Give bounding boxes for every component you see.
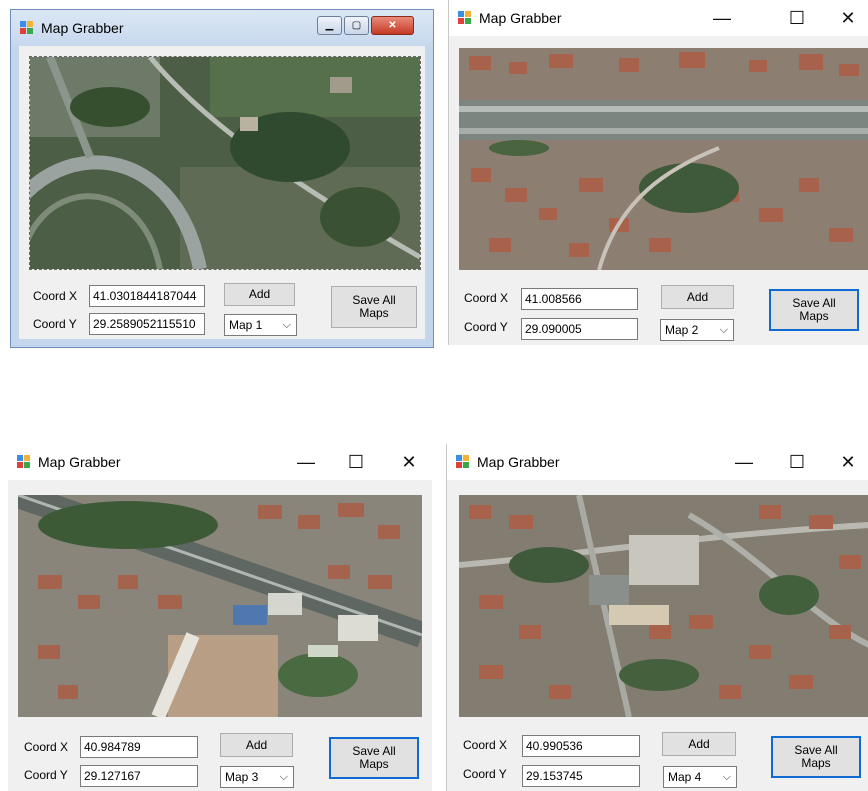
coord-x-input[interactable]: 40.984789 — [80, 736, 198, 758]
coord-y-label: Coord Y — [464, 320, 508, 334]
minimize-icon[interactable]: — — [721, 444, 767, 480]
maximize-icon[interactable]: ▢ — [344, 16, 369, 35]
coord-y-input[interactable]: 29.090005 — [521, 318, 638, 340]
minimize-icon[interactable]: — — [699, 0, 745, 36]
app-icon — [20, 21, 34, 35]
close-icon[interactable]: ✕ — [386, 444, 432, 480]
maximize-icon[interactable]: ☐ — [774, 444, 820, 480]
map-select[interactable]: Map 4 ⌵ — [663, 766, 737, 788]
coord-y-label: Coord Y — [463, 767, 507, 781]
map-picture-box[interactable] — [29, 56, 421, 270]
close-icon[interactable]: ✕ — [371, 16, 414, 35]
title-bar[interactable]: Map Grabber — ☐ ✕ — [8, 444, 432, 480]
coord-y-input[interactable]: 29.2589052115510 — [89, 313, 205, 335]
title-bar[interactable]: Map Grabber ▁ ▢ ✕ — [11, 10, 433, 46]
coord-y-label: Coord Y — [24, 768, 68, 782]
coord-x-label: Coord X — [463, 738, 508, 752]
coord-x-input[interactable]: 41.008566 — [521, 288, 638, 310]
title-bar[interactable]: Map Grabber — ☐ ✕ — [449, 0, 868, 36]
coord-y-input[interactable]: 29.127167 — [80, 765, 198, 787]
map-select-value: Map 4 — [668, 770, 702, 784]
add-button[interactable]: Add — [220, 733, 293, 757]
map-grabber-window-3: Map Grabber — ☐ ✕ Coord X 40.984789 Coor… — [8, 444, 432, 791]
window-client-area: Coord X 41.0301844187044 Coord Y 29.2589… — [19, 46, 425, 339]
coord-x-input[interactable]: 40.990536 — [522, 735, 640, 757]
window-title: Map Grabber — [477, 454, 560, 470]
save-all-maps-button[interactable]: Save All Maps — [771, 736, 861, 778]
save-all-maps-button[interactable]: Save All Maps — [769, 289, 859, 331]
coord-x-label: Coord X — [24, 740, 69, 754]
minimize-icon[interactable]: ▁ — [317, 16, 342, 35]
window-title: Map Grabber — [479, 10, 562, 26]
map-select-value: Map 3 — [225, 770, 259, 784]
map-select[interactable]: Map 2 ⌵ — [660, 319, 734, 341]
coord-y-input[interactable]: 29.153745 — [522, 765, 640, 787]
chevron-down-icon[interactable]: ⌵ — [280, 767, 288, 787]
save-all-maps-button[interactable]: Save All Maps — [331, 286, 417, 328]
window-title: Map Grabber — [38, 454, 121, 470]
close-icon[interactable]: ✕ — [825, 444, 868, 480]
map-select-value: Map 2 — [665, 323, 699, 337]
add-button[interactable]: Add — [224, 283, 295, 306]
map-grabber-window-1: Map Grabber ▁ ▢ ✕ Coord X 41.03018441870… — [10, 9, 434, 348]
chevron-down-icon[interactable]: ⌵ — [720, 320, 728, 340]
map-select[interactable]: Map 1 ⌵ — [224, 314, 297, 336]
app-icon — [456, 455, 470, 469]
coord-y-label: Coord Y — [33, 317, 77, 331]
map-grabber-window-2: Map Grabber — ☐ ✕ Coord X 41.008566 Coor… — [448, 0, 868, 345]
map-picture-box[interactable] — [18, 495, 422, 717]
coord-x-label: Coord X — [464, 291, 509, 305]
map-picture-box[interactable] — [459, 48, 868, 270]
chevron-down-icon[interactable]: ⌵ — [283, 315, 291, 335]
coord-x-label: Coord X — [33, 289, 78, 303]
map-picture-box[interactable] — [459, 495, 868, 717]
close-icon[interactable]: ✕ — [825, 0, 868, 36]
coord-x-input[interactable]: 41.0301844187044 — [89, 285, 205, 307]
minimize-icon[interactable]: — — [283, 444, 329, 480]
maximize-icon[interactable]: ☐ — [333, 444, 379, 480]
maximize-icon[interactable]: ☐ — [774, 0, 820, 36]
add-button[interactable]: Add — [661, 285, 734, 309]
add-button[interactable]: Add — [662, 732, 736, 756]
map-select[interactable]: Map 3 ⌵ — [220, 766, 294, 788]
window-title: Map Grabber — [41, 20, 124, 36]
chevron-down-icon[interactable]: ⌵ — [723, 767, 731, 787]
app-icon — [17, 455, 31, 469]
app-icon — [458, 11, 472, 25]
map-select-value: Map 1 — [229, 318, 263, 332]
map-grabber-window-4: Map Grabber — ☐ ✕ Coord X 40.990536 Coor… — [446, 444, 868, 791]
save-all-maps-button[interactable]: Save All Maps — [329, 737, 419, 779]
title-bar[interactable]: Map Grabber — ☐ ✕ — [447, 444, 868, 480]
